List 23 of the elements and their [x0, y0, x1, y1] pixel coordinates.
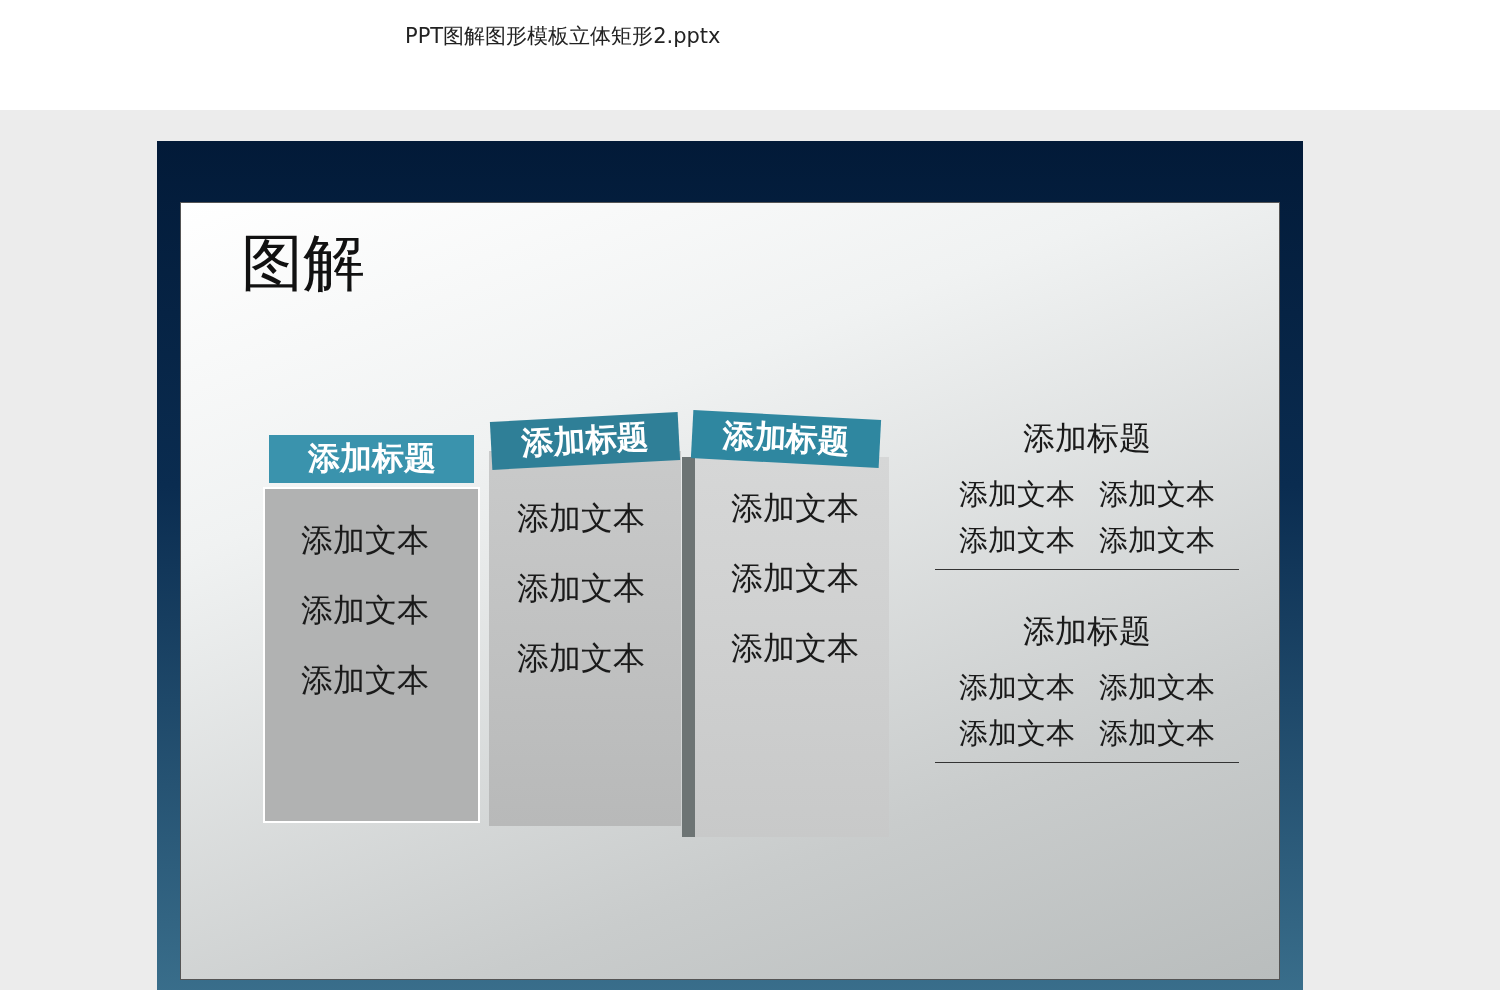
section-text: 添加文本 — [959, 669, 1075, 707]
column-text: 添加文本 — [301, 520, 430, 562]
section-text: 添加文本 — [1099, 715, 1215, 753]
column-header: 添加标题 — [269, 435, 474, 484]
section-text: 添加文本 — [1099, 669, 1215, 707]
column-text: 添加文本 — [517, 568, 646, 610]
section-text: 添加文本 — [959, 476, 1075, 514]
column-text: 添加文本 — [731, 628, 860, 670]
section-text: 添加文本 — [1099, 476, 1215, 514]
column-text: 添加文本 — [301, 590, 430, 632]
file-title: PPT图解图形模板立体矩形2.pptx — [405, 24, 721, 48]
section-text: 添加文本 — [959, 715, 1075, 753]
column-header: 添加标题 — [489, 412, 681, 471]
column-text: 添加文本 — [517, 498, 646, 540]
column-text: 添加文本 — [731, 558, 860, 600]
section-title: 添加标题 — [1023, 418, 1151, 460]
section-text: 添加文本 — [959, 522, 1075, 560]
column-text: 添加文本 — [517, 638, 646, 680]
slide-title: 图解 — [241, 229, 366, 298]
section-title: 添加标题 — [1023, 611, 1151, 653]
section-text: 添加文本 — [1099, 522, 1215, 560]
column-text: 添加文本 — [301, 660, 430, 702]
column-text: 添加文本 — [731, 488, 860, 530]
